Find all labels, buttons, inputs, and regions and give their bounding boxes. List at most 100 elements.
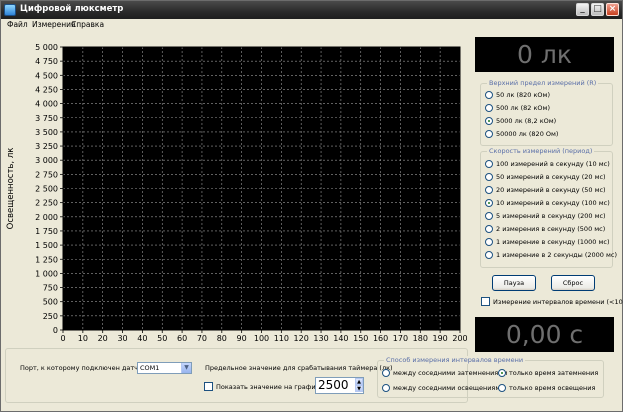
range-radio-button[interactable] <box>485 90 493 99</box>
speed-option[interactable]: 5 измерений в секунду (200 мс) <box>485 210 606 221</box>
speed-option[interactable]: 20 измерений в секунду (50 мс) <box>485 184 606 195</box>
title-bar[interactable]: Цифровой люксметр _ □ × <box>1 1 622 19</box>
range-option[interactable]: 50 лк (820 кОм) <box>485 89 550 100</box>
speed-option-label: 1 измерение в секунду (1000 мс) <box>496 237 610 246</box>
method-option[interactable]: между соседними затемнениями <box>382 367 507 378</box>
speed-option[interactable]: 1 измерение в секунду (1000 мс) <box>485 236 610 247</box>
x-tick-label: 140 <box>333 334 348 343</box>
lux-display: 0 лк <box>475 37 614 72</box>
pause-button[interactable]: Пауза <box>492 275 536 291</box>
x-tick-label: 40 <box>137 334 147 343</box>
speed-option[interactable]: 100 измерений в секунду (10 мс) <box>485 158 610 169</box>
method-option[interactable]: только время затемнения <box>498 367 598 378</box>
x-tick-label: 100 <box>254 334 269 343</box>
speed-radio-button[interactable] <box>485 211 493 220</box>
y-tick-label: 4 500 <box>35 71 58 80</box>
app-window: Цифровой люксметр _ □ × Файл Измерения С… <box>0 0 623 412</box>
menu-measurements[interactable]: Измерения <box>32 20 76 29</box>
method-radio-button[interactable] <box>498 383 506 392</box>
range-option[interactable]: 5000 лк (8,2 кОм) <box>485 115 556 126</box>
speed-option-label: 20 измерений в секунду (50 мс) <box>496 185 606 194</box>
window-title: Цифровой люксметр <box>20 4 124 14</box>
x-tick-label: 60 <box>177 334 187 343</box>
spin-down-icon[interactable]: ▼ <box>355 385 363 392</box>
y-tick-label: 0 <box>53 326 58 335</box>
method-group-title: Способ измерения интервалов времени <box>384 356 526 364</box>
range-option[interactable]: 50000 лк (820 Ом) <box>485 128 558 139</box>
port-select[interactable]: COM1 ▼ <box>137 362 192 374</box>
x-tick-label: 120 <box>294 334 309 343</box>
y-tick-label: 3 500 <box>35 128 58 137</box>
interval-checkbox[interactable]: Измерение интервалов времени (<100 с) <box>481 296 623 307</box>
range-option-label: 50 лк (820 кОм) <box>496 90 550 99</box>
menu-file[interactable]: Файл <box>7 20 28 29</box>
speed-option-label: 100 измерений в секунду (10 мс) <box>496 159 610 168</box>
reset-button[interactable]: Сброс <box>551 275 595 291</box>
x-tick-label: 190 <box>433 334 448 343</box>
y-tick-label: 2 000 <box>35 213 58 222</box>
maximize-icon[interactable]: □ <box>591 3 604 16</box>
speed-radio-button[interactable] <box>485 185 493 194</box>
range-group-title: Верхний предел измерений (R) <box>487 79 599 87</box>
threshold-spinner[interactable]: 2500 ▲ ▼ <box>315 377 364 394</box>
speed-radio-button[interactable] <box>485 198 493 207</box>
range-radio-button[interactable] <box>485 103 493 112</box>
range-group: Верхний предел измерений (R) 50 лк (820 … <box>480 79 613 146</box>
speed-option[interactable]: 50 измерений в секунду (20 мс) <box>485 171 606 182</box>
y-tick-label: 3 250 <box>35 142 58 151</box>
speed-radio-button[interactable] <box>485 250 493 259</box>
threshold-value: 2500 <box>318 378 349 392</box>
speed-option[interactable]: 1 измерение в 2 секунды (2000 мс) <box>485 249 617 260</box>
range-radio-button[interactable] <box>485 116 493 125</box>
speed-radio-button[interactable] <box>485 224 493 233</box>
y-tick-label: 1 000 <box>35 269 58 278</box>
method-radio-button[interactable] <box>382 383 390 392</box>
port-select-value: COM1 <box>140 364 160 372</box>
chevron-down-icon[interactable]: ▼ <box>181 363 191 373</box>
y-axis-title: Освещенность, лк <box>6 148 16 230</box>
show-on-chart-checkbox-box[interactable] <box>204 382 213 391</box>
show-on-chart-checkbox[interactable]: Показать значение на графике <box>204 381 324 392</box>
range-option-label: 5000 лк (8,2 кОм) <box>496 116 557 125</box>
speed-group: Скорость измерений (период) 100 измерени… <box>480 147 617 268</box>
range-option[interactable]: 500 лк (82 кОм) <box>485 102 550 113</box>
x-tick-label: 30 <box>117 334 127 343</box>
speed-radio-button[interactable] <box>485 159 493 168</box>
speed-radio-button[interactable] <box>485 237 493 246</box>
menu-help[interactable]: Справка <box>71 20 104 29</box>
x-tick-label: 200 <box>452 334 467 343</box>
x-tick-label: 50 <box>157 334 167 343</box>
method-option-label: только время затемнения <box>509 368 599 377</box>
method-option-label: между соседними освещениями <box>393 383 505 392</box>
interval-checkbox-box[interactable] <box>481 297 490 306</box>
y-tick-label: 1 500 <box>35 241 58 250</box>
spin-up-icon[interactable]: ▲ <box>355 378 363 385</box>
method-radio-button[interactable] <box>382 368 390 377</box>
method-radio-button[interactable] <box>498 368 506 377</box>
method-group: Способ измерения интервалов времени межд… <box>377 356 604 398</box>
method-option[interactable]: между соседними освещениями <box>382 382 504 393</box>
y-tick-label: 4 250 <box>35 85 58 94</box>
y-tick-label: 2 250 <box>35 199 58 208</box>
method-option-label: только время освещения <box>509 383 596 392</box>
speed-option[interactable]: 10 измерений в секунду (100 мс) <box>485 197 610 208</box>
y-tick-label: 3 000 <box>35 156 58 165</box>
range-option-label: 500 лк (82 кОм) <box>496 103 550 112</box>
x-tick-label: 180 <box>413 334 428 343</box>
y-tick-label: 1 750 <box>35 227 58 236</box>
speed-option-label: 5 измерений в секунду (200 мс) <box>496 211 606 220</box>
y-tick-label: 3 750 <box>35 114 58 123</box>
close-icon[interactable]: × <box>606 3 619 16</box>
method-option[interactable]: только время освещения <box>498 382 595 393</box>
interval-checkbox-label: Измерение интервалов времени (<100 с) <box>493 297 623 306</box>
range-radio-button[interactable] <box>485 129 493 138</box>
time-display: 0,00 с <box>475 317 614 352</box>
y-tick-label: 4 000 <box>35 100 58 109</box>
threshold-label: Предельное значение для срабатывания тай… <box>205 364 393 372</box>
speed-option-label: 2 измерения в секунду (500 мс) <box>496 224 606 233</box>
minimize-icon[interactable]: _ <box>576 3 589 16</box>
y-tick-label: 250 <box>43 312 58 321</box>
speed-option[interactable]: 2 измерения в секунду (500 мс) <box>485 223 605 234</box>
x-tick-label: 80 <box>217 334 227 343</box>
speed-radio-button[interactable] <box>485 172 493 181</box>
